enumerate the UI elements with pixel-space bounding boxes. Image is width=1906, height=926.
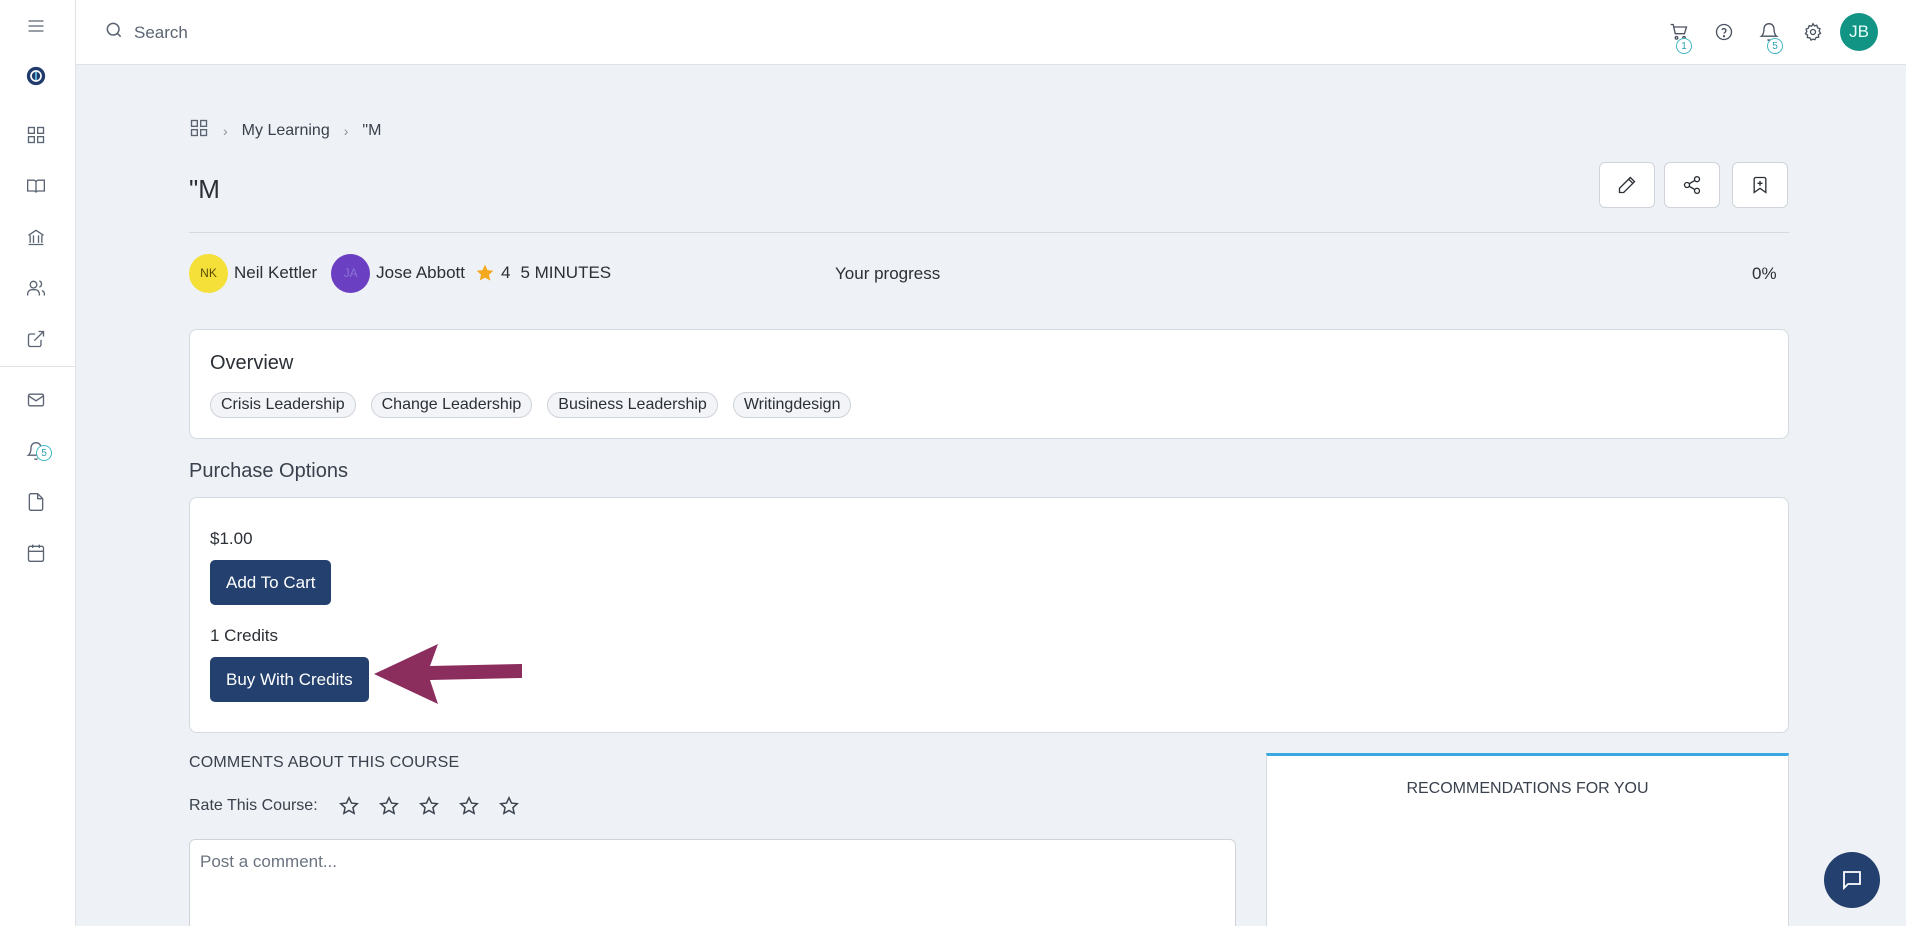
annotation-arrow-icon	[374, 644, 522, 704]
book-open-icon[interactable]	[22, 172, 50, 200]
settings-icon[interactable]	[1800, 19, 1826, 45]
author-name[interactable]: Neil Kettler	[234, 263, 317, 283]
star-rating-2-icon[interactable]	[378, 794, 402, 818]
rate-course: Rate This Course:	[189, 794, 522, 818]
file-icon[interactable]	[22, 488, 50, 516]
tag[interactable]: Crisis Leadership	[210, 392, 356, 418]
chat-icon	[1843, 871, 1861, 891]
star-rating-5-icon[interactable]	[498, 794, 522, 818]
overview-title: Overview	[210, 352, 294, 374]
tag[interactable]: Change Leadership	[370, 392, 533, 418]
progress-value: 0%	[1752, 264, 1777, 283]
breadcrumb: › My Learning › "M	[189, 118, 381, 143]
author-avatar: NK	[189, 253, 228, 293]
cart-badge: 1	[1676, 38, 1692, 54]
star-filled-icon	[475, 263, 495, 283]
chevron-right-icon: ›	[343, 122, 349, 139]
tag-list: Crisis Leadership Change Leadership Busi…	[210, 392, 866, 418]
external-link-icon[interactable]	[22, 325, 50, 353]
rate-label: Rate This Course:	[189, 797, 318, 814]
page-title: "M	[189, 174, 220, 204]
search-input[interactable]	[134, 22, 734, 43]
logo-icon[interactable]	[22, 62, 50, 90]
tag[interactable]: Business Leadership	[547, 392, 718, 418]
price: $1.00	[210, 529, 253, 548]
recommendations-title: RECOMMENDATIONS FOR YOU	[1406, 780, 1649, 797]
chat-button[interactable]	[1824, 852, 1880, 908]
divider	[189, 232, 1789, 233]
search-bar	[104, 20, 734, 45]
comment-input[interactable]	[189, 839, 1236, 926]
add-to-cart-button[interactable]: Add To Cart	[210, 560, 332, 605]
tag[interactable]: Writingdesign	[732, 392, 852, 418]
help-icon[interactable]	[1711, 19, 1737, 45]
author-name[interactable]: Jose Abbott	[376, 263, 465, 283]
breadcrumb-home-icon[interactable]	[189, 118, 209, 143]
topbar: 1 5 JB	[76, 0, 1906, 65]
hamburger-icon[interactable]	[22, 12, 50, 40]
users-icon[interactable]	[22, 274, 50, 302]
buy-with-credits-button[interactable]: Buy With Credits	[210, 657, 369, 702]
course-meta: NK Neil Kettler JA Jose Abbott 4 5 MINUT…	[189, 253, 611, 293]
search-icon	[104, 20, 124, 45]
credits-price: 1 Credits	[210, 626, 279, 645]
rating-value: 4	[500, 263, 511, 282]
sidebar-notifications-badge: 5	[36, 445, 52, 461]
purchase-options-title: Purchase Options	[189, 460, 348, 482]
star-rating-4-icon[interactable]	[458, 794, 482, 818]
progress-label: Your progress	[835, 264, 941, 283]
bookmark-button[interactable]	[1732, 162, 1788, 208]
grid-icon[interactable]	[22, 121, 50, 149]
star-rating-1-icon[interactable]	[338, 794, 362, 818]
chevron-right-icon: ›	[223, 122, 228, 139]
star-rating-3-icon[interactable]	[418, 794, 442, 818]
bank-icon[interactable]	[22, 223, 50, 251]
edit-button[interactable]	[1599, 162, 1655, 208]
sidebar: 5	[0, 0, 76, 926]
author-avatar: JA	[331, 253, 371, 293]
recommendations-panel: RECOMMENDATIONS FOR YOU	[1266, 753, 1789, 926]
breadcrumb-item-current: "M	[362, 121, 382, 139]
notifications-badge: 5	[1767, 38, 1783, 54]
duration: 5 MINUTES	[520, 263, 612, 282]
calendar-icon[interactable]	[22, 539, 50, 567]
sidebar-divider	[0, 366, 76, 367]
mail-icon[interactable]	[22, 386, 50, 414]
pencil-icon	[1618, 176, 1636, 194]
bookmark-plus-icon	[1753, 176, 1767, 194]
share-icon	[1683, 176, 1701, 194]
comments-title: COMMENTS ABOUT THIS COURSE	[189, 754, 460, 771]
user-avatar[interactable]: JB	[1840, 13, 1878, 51]
overview-card: Overview Crisis Leadership Change Leader…	[189, 329, 1789, 439]
breadcrumb-item-my-learning[interactable]: My Learning	[242, 122, 330, 140]
share-button[interactable]	[1664, 162, 1720, 208]
